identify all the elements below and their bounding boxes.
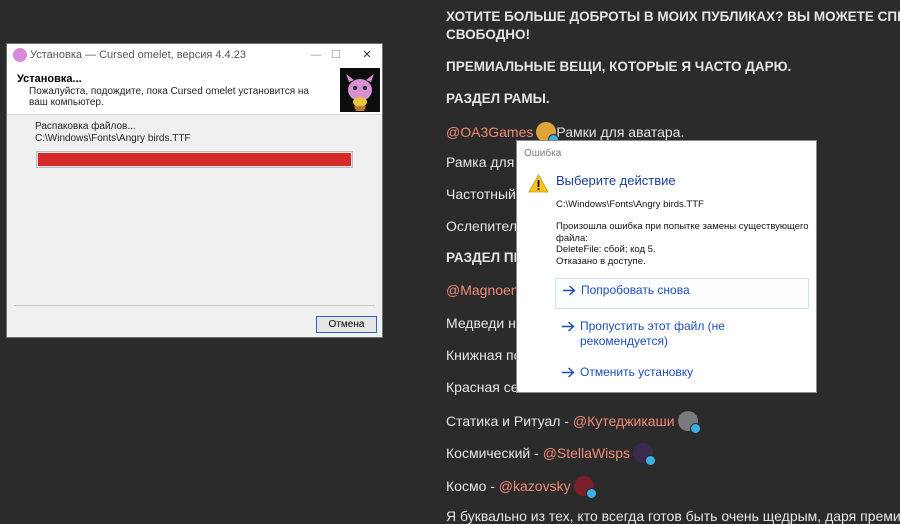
arrow-right-icon xyxy=(562,367,575,378)
minimize-icon[interactable]: — xyxy=(307,46,325,64)
chat-line: ХОТИТЕ БОЛЬШЕ ДОБРОТЫ В МОИХ ПУБЛИКАХ? В… xyxy=(446,9,900,24)
dialog-title: Ошибка xyxy=(524,148,562,159)
chat-line: Книжная по xyxy=(446,347,522,363)
chat-line: Медведи на xyxy=(446,315,524,331)
maximize-icon[interactable]: ☐ xyxy=(327,46,345,64)
user-mention[interactable]: @OA3Games xyxy=(446,124,533,140)
window-title: Установка — Cursed omelet, версия 4.4.23 xyxy=(30,49,246,61)
warning-icon xyxy=(528,174,549,193)
chat-line: ПРЕМИАЛЬНЫЕ ВЕЩИ, КОТОРЫЕ Я ЧАСТО ДАРЮ. xyxy=(446,59,792,74)
progress-bar xyxy=(36,151,353,168)
close-icon[interactable]: ✕ xyxy=(358,46,376,64)
cancel-install-command-button[interactable]: Отменить установку xyxy=(555,361,809,387)
main-instruction: Выберите действие xyxy=(556,173,676,188)
file-path: C:\Windows\Fonts\Angry birds.TTF xyxy=(556,199,704,210)
chat-line: РАЗДЕЛ ПР xyxy=(446,250,523,265)
arrow-right-icon xyxy=(562,321,575,332)
installer-window: Установка — Cursed omelet, версия 4.4.23… xyxy=(6,43,383,338)
chat-line: Я буквально из тех, кто всегда готов быт… xyxy=(446,508,900,524)
chat-line: Космический - @StellaWisps xyxy=(446,443,657,466)
page-heading: Установка... xyxy=(17,73,82,85)
user-mention[interactable]: @Кутеджикаши xyxy=(573,413,675,429)
app-logo xyxy=(340,68,380,112)
emoji-icon xyxy=(633,443,657,466)
chat-line: Космо - @kazovsky xyxy=(446,476,597,499)
cancel-button[interactable]: Отмена xyxy=(316,316,377,333)
retry-command-button[interactable]: Попробовать снова xyxy=(555,278,809,309)
user-mention[interactable]: @Magnoent xyxy=(446,282,522,298)
emoji-icon xyxy=(573,476,597,499)
arrow-right-icon xyxy=(563,285,576,296)
wizard-header: Установка... Пожалуйста, подождите, пока… xyxy=(7,66,382,115)
emoji-icon xyxy=(677,411,701,434)
chat-line: Частотный с xyxy=(446,186,527,202)
current-file-path: C:\Windows\Fonts\Angry birds.TTF xyxy=(35,133,191,144)
user-mention[interactable]: @StellaWisps xyxy=(543,445,630,461)
error-message: Произошла ошибка при попытке замены суще… xyxy=(556,221,809,267)
page-description: Пожалуйста, подождите, пока Cursed omele… xyxy=(29,86,309,108)
skip-file-command-button[interactable]: Пропустить этот файл (не рекомендуется) xyxy=(555,315,809,353)
divider xyxy=(14,305,375,306)
chat-line: Статика и Ритуал - @Кутеджикаши xyxy=(446,411,701,434)
chat-line: Ослепитель xyxy=(446,218,525,234)
status-text: Распаковка файлов... xyxy=(35,121,136,132)
chat-line: РАЗДЕЛ РАМЫ. xyxy=(446,91,550,106)
error-dialog: Ошибка Выберите действие C:\Windows\Font… xyxy=(516,140,817,393)
chat-line: Красная сет xyxy=(446,379,525,395)
chat-line: @Magnoent xyxy=(446,282,522,298)
title-bar[interactable]: Установка — Cursed omelet, версия 4.4.23… xyxy=(7,44,382,66)
chat-line: @OA3Games Рамки для аватара. xyxy=(446,122,685,145)
chat-line: Рамка для а xyxy=(446,154,526,170)
emoji-icon xyxy=(536,122,560,145)
app-icon xyxy=(13,48,27,62)
progress-fill xyxy=(38,153,351,166)
chat-line: СВОБОДНО! xyxy=(446,27,531,42)
user-mention[interactable]: @kazovsky xyxy=(499,478,571,494)
